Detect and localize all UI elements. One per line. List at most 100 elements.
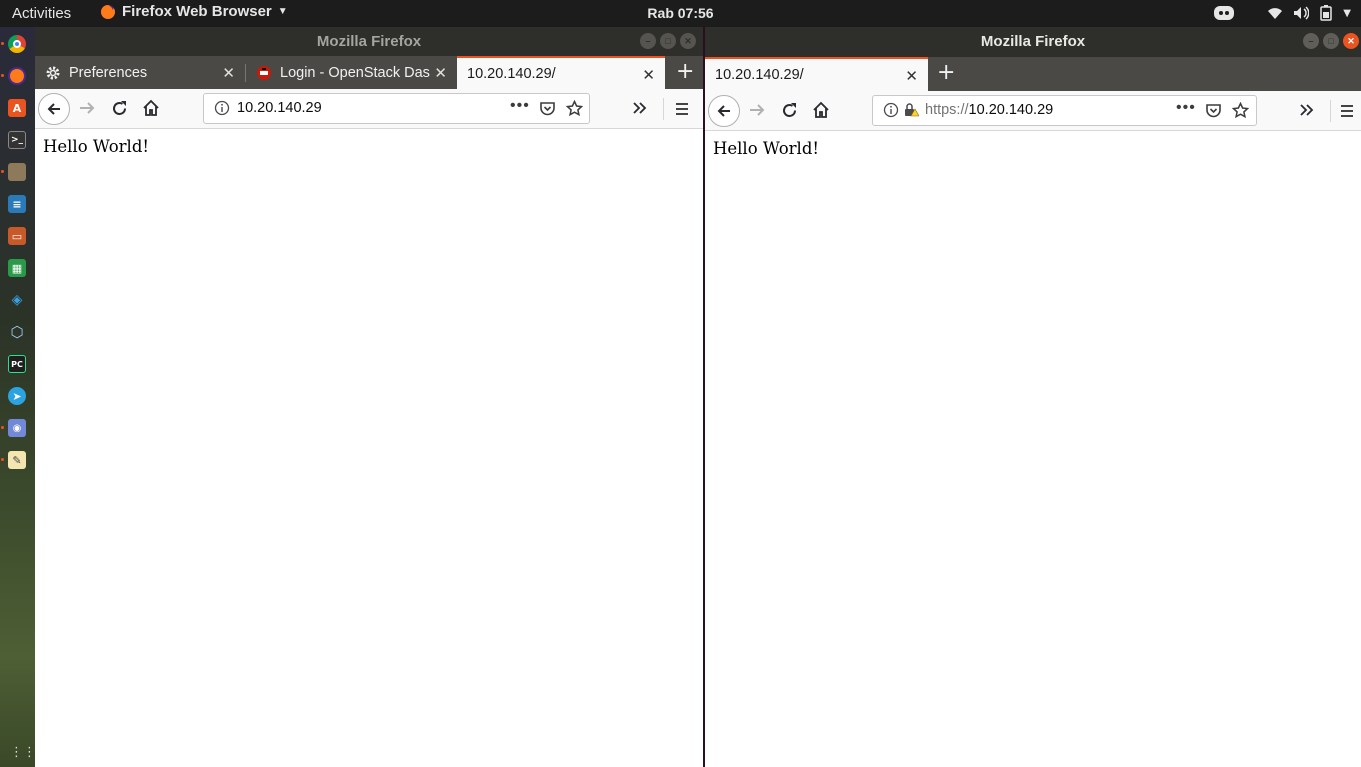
impress-icon[interactable]: ▭ <box>8 227 26 245</box>
tab-preferences[interactable]: Preferences ✕ <box>35 56 245 89</box>
url-text[interactable]: https://10.20.140.29 <box>925 102 1053 118</box>
tab-active[interactable]: 10.20.140.29/ ✕ <box>705 57 928 91</box>
insecure-lock-icon[interactable] <box>903 102 920 122</box>
overflow-menu-button[interactable] <box>632 100 648 116</box>
running-indicator <box>1 170 4 173</box>
close-window-button[interactable]: ✕ <box>1343 33 1359 49</box>
home-button[interactable] <box>812 101 830 119</box>
reload-button[interactable] <box>781 102 798 119</box>
tab-openstack[interactable]: Login - OpenStack Dashboard ✕ <box>246 56 457 89</box>
hamburger-menu-button[interactable] <box>674 101 690 117</box>
url-bar[interactable]: 10.20.140.29 ••• <box>203 93 590 124</box>
telegram-icon[interactable]: ➤ <box>8 387 26 405</box>
minimize-button[interactable]: – <box>1303 33 1319 49</box>
window-controls: – □ ✕ <box>640 33 696 49</box>
pocket-icon[interactable] <box>1205 102 1222 123</box>
home-button[interactable] <box>142 99 160 117</box>
back-button[interactable] <box>708 95 740 127</box>
page-content: Hello World! <box>705 131 1361 767</box>
reload-button[interactable] <box>111 100 128 117</box>
hamburger-icon <box>676 103 688 115</box>
software-center-icon[interactable]: A <box>8 99 26 117</box>
navigation-toolbar: https://10.20.140.29 ••• <box>705 91 1361 131</box>
calc-icon[interactable]: ▦ <box>8 259 26 277</box>
maximize-button[interactable]: □ <box>1323 33 1339 49</box>
new-tab-button[interactable]: + <box>937 60 955 85</box>
pycharm-icon[interactable]: PC <box>8 355 26 373</box>
system-tray[interactable]: ▼ <box>1213 4 1351 22</box>
bookmark-star-icon[interactable] <box>565 99 584 121</box>
pocket-icon[interactable] <box>539 100 556 121</box>
tab-active[interactable]: 10.20.140.29/ ✕ <box>457 56 665 89</box>
terminal-icon[interactable]: >_ <box>8 131 26 149</box>
hamburger-menu-button[interactable] <box>1339 103 1355 119</box>
forward-arrow-icon <box>750 104 765 116</box>
overflow-menu-button[interactable] <box>1299 102 1315 118</box>
minimize-button[interactable]: – <box>640 33 656 49</box>
forward-arrow-icon <box>80 102 95 114</box>
firefox-window-right: Mozilla Firefox – □ ✕ 10.20.140.29/ ✕ + <box>703 27 1361 767</box>
tab-label: Login - OpenStack Dashboard <box>280 64 430 81</box>
page-content: Hello World! <box>35 129 703 767</box>
volume-icon[interactable] <box>1293 4 1310 22</box>
home-icon <box>143 99 159 116</box>
tab-strip: 10.20.140.29/ ✕ + <box>705 57 1361 91</box>
tab-label: Preferences <box>69 64 148 81</box>
forward-button[interactable] <box>748 102 766 118</box>
info-icon[interactable] <box>883 102 899 122</box>
page-text: Hello World! <box>43 137 150 156</box>
info-icon[interactable] <box>214 100 230 120</box>
wifi-icon[interactable] <box>1267 4 1283 22</box>
forward-button[interactable] <box>78 100 96 116</box>
tab-strip: Preferences ✕ Login - OpenStack Dashboar… <box>35 56 703 89</box>
firefox-icon[interactable] <box>8 67 26 85</box>
virtualbox-icon[interactable]: ⬡ <box>8 323 26 341</box>
vscode-icon[interactable]: ◈ <box>8 291 26 309</box>
url-bar[interactable]: https://10.20.140.29 ••• <box>872 95 1257 126</box>
window-title: Mozilla Firefox <box>316 33 422 50</box>
close-window-button[interactable]: ✕ <box>680 33 696 49</box>
close-tab-button[interactable]: ✕ <box>222 64 235 82</box>
files-icon[interactable] <box>8 163 26 181</box>
reload-icon <box>113 101 126 115</box>
page-text: Hello World! <box>713 139 820 158</box>
bookmark-star-icon[interactable] <box>1231 101 1250 123</box>
running-indicator <box>1 74 4 77</box>
caret-down-icon[interactable]: ▼ <box>1343 4 1351 22</box>
writer-icon[interactable]: ≡ <box>8 195 26 213</box>
tab-label: 10.20.140.29/ <box>715 67 804 83</box>
page-actions-icon[interactable]: ••• <box>510 97 530 115</box>
running-indicator <box>1 458 4 461</box>
back-arrow-icon <box>717 105 730 117</box>
close-tab-button[interactable]: ✕ <box>434 64 447 82</box>
discord-icon[interactable] <box>1213 4 1235 22</box>
discord-icon[interactable]: ◉ <box>8 419 26 437</box>
back-button[interactable] <box>38 93 70 125</box>
openstack-icon <box>256 65 272 81</box>
page-actions-icon[interactable]: ••• <box>1176 99 1196 117</box>
clock[interactable]: Rab 07:56 <box>0 5 1361 21</box>
close-tab-button[interactable]: ✕ <box>905 67 918 85</box>
new-tab-button[interactable]: + <box>676 59 694 84</box>
window-titlebar[interactable]: Mozilla Firefox – □ ✕ <box>705 27 1361 57</box>
gear-icon <box>45 65 61 81</box>
firefox-window-left: Mozilla Firefox – □ ✕ Preferences ✕ Logi… <box>35 27 703 767</box>
window-titlebar[interactable]: Mozilla Firefox – □ ✕ <box>35 27 703 56</box>
text-editor-icon[interactable]: ✎ <box>8 451 26 469</box>
chevrons-right-icon <box>633 102 647 114</box>
reload-icon <box>783 103 796 117</box>
toolbar-separator <box>1330 100 1331 122</box>
maximize-button[interactable]: □ <box>660 33 676 49</box>
url-scheme: https:// <box>925 102 969 118</box>
running-indicator <box>1 42 4 45</box>
tab-label: 10.20.140.29/ <box>467 65 556 82</box>
chrome-icon[interactable] <box>8 35 26 53</box>
dock: A >_ ≡ ▭ ▦ ◈ ⬡ PC ➤ ◉ ✎ ⋮⋮⋮ <box>0 27 49 767</box>
window-controls: – □ ✕ <box>1303 33 1359 49</box>
url-text[interactable]: 10.20.140.29 <box>237 100 322 116</box>
navigation-toolbar: 10.20.140.29 ••• <box>35 89 703 129</box>
battery-icon[interactable] <box>1319 4 1333 22</box>
url-host: 10.20.140.29 <box>968 102 1054 118</box>
close-tab-button[interactable]: ✕ <box>642 66 655 84</box>
hamburger-icon <box>1341 105 1353 117</box>
